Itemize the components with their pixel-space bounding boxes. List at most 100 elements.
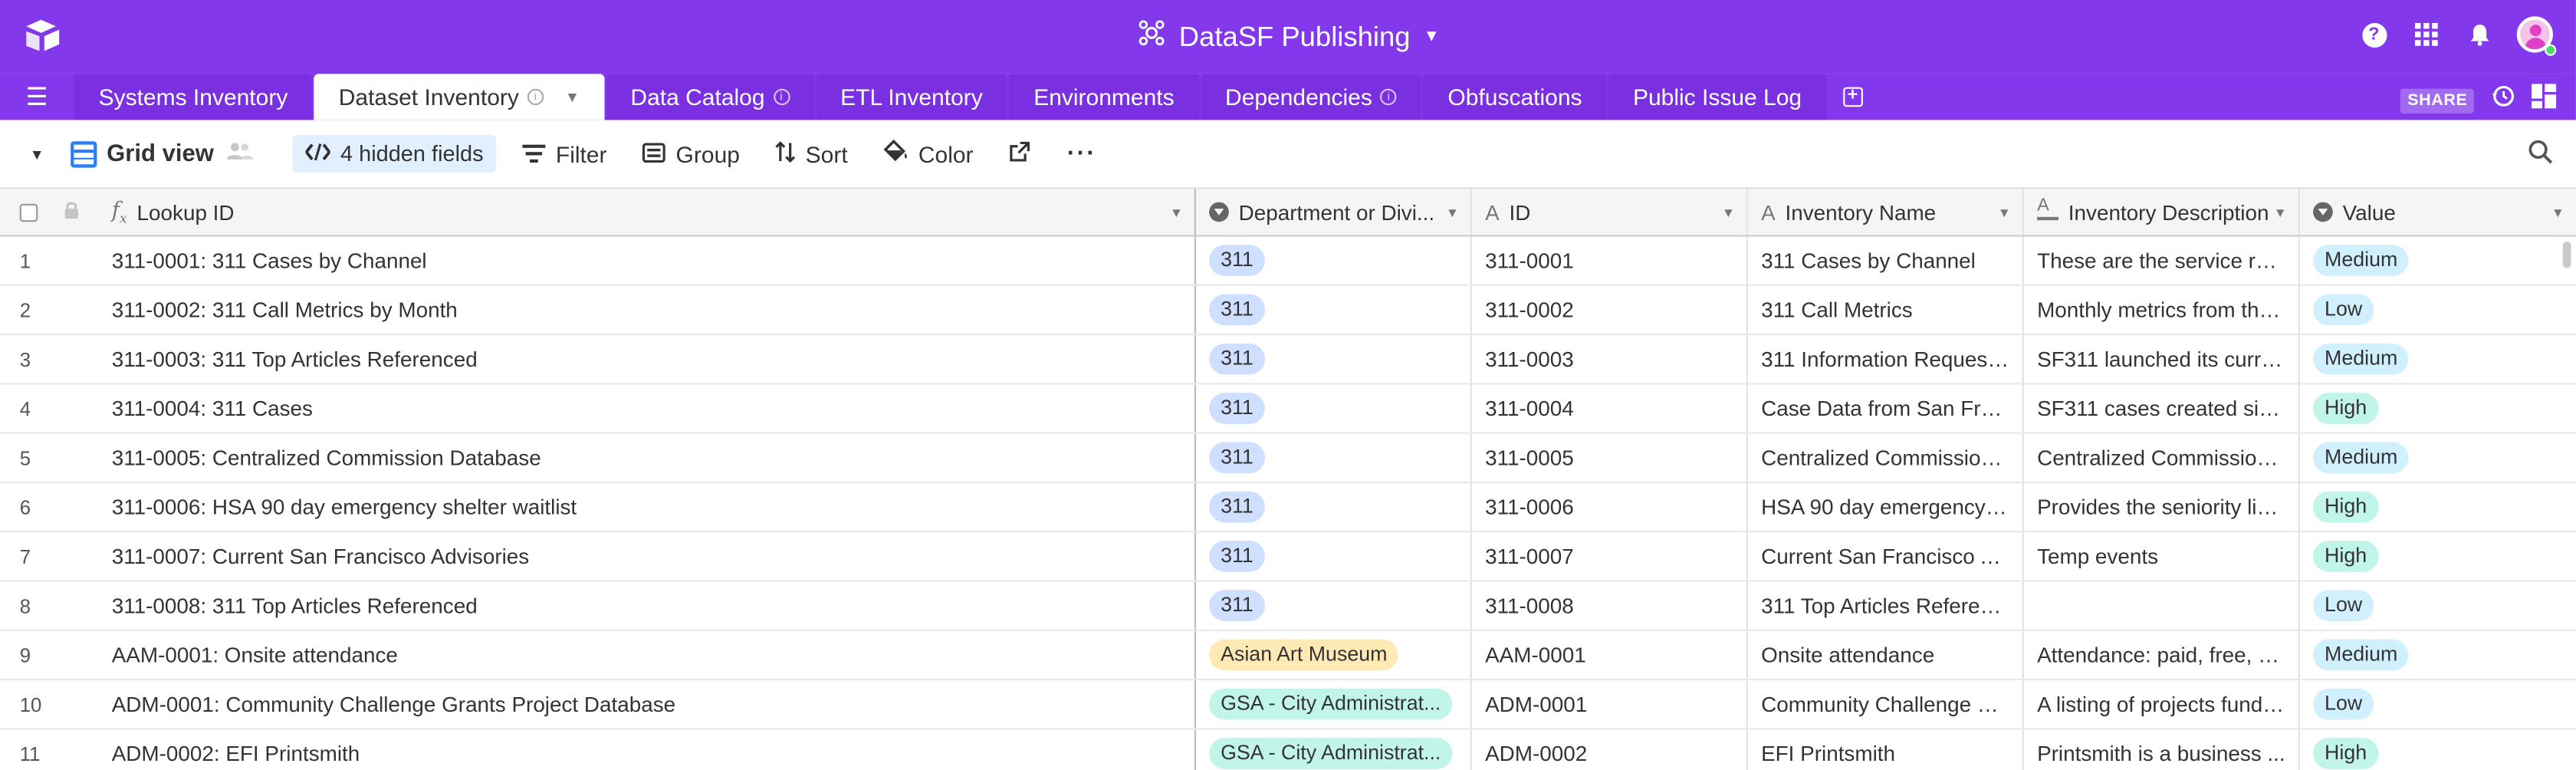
chevron-down-icon[interactable]: ▼ (2551, 205, 2564, 219)
cell-department[interactable]: 311 (1196, 433, 1472, 482)
cell-id[interactable]: 311-0007 (1472, 532, 1748, 581)
cell-id[interactable]: 311-0001 (1472, 236, 1748, 285)
chevron-down-icon[interactable]: ▼ (1446, 205, 1459, 219)
column-header-lookup-id[interactable]: fx Lookup ID ▼ (95, 189, 1196, 235)
cell-inventory-name[interactable]: 311 Call Metrics (1748, 285, 2024, 334)
bell-icon[interactable] (2464, 20, 2494, 50)
table-row[interactable]: 9 AAM-0001: Onsite attendance Asian Art Mu… (0, 630, 2576, 681)
tab-public-issue-log[interactable]: Public Issue Log (1608, 74, 1827, 120)
cell-department[interactable]: 311 (1196, 236, 1472, 285)
cell-inventory-description[interactable]: A listing of projects funde... (2024, 680, 2300, 729)
column-header-inventory-description[interactable]: Inventory Description ▼ (2024, 189, 2300, 235)
cell-value[interactable]: Medium (2300, 237, 2576, 285)
table-row[interactable]: 1 311-0001: 311 Cases by Channel 311 311-00… (0, 236, 2576, 286)
cell-lookup-id[interactable]: 311-0002: 311 Call Metrics by Month (95, 285, 1196, 334)
cell-department[interactable]: 311 (1196, 285, 1472, 334)
blocks-icon[interactable] (2532, 84, 2557, 117)
cell-lookup-id[interactable]: 311-0007: Current San Francisco Advisori… (95, 532, 1196, 581)
cell-id[interactable]: 311-0006 (1472, 482, 1748, 531)
cell-id[interactable]: AAM-0001 (1472, 630, 1748, 679)
menu-icon[interactable]: ☰ (0, 74, 74, 120)
cell-lookup-id[interactable]: 311-0001: 311 Cases by Channel (95, 236, 1196, 285)
cell-inventory-name[interactable]: Case Data from San Fran... (1748, 384, 2024, 433)
cell-id[interactable]: 311-0002 (1472, 285, 1748, 334)
tab-dependencies[interactable]: Dependencies i (1200, 74, 1422, 120)
table-row[interactable]: 10 ADM-0001: Community Challenge Grants P… (0, 680, 2576, 730)
cell-inventory-name[interactable]: 311 Top Articles Referenc... (1748, 581, 2024, 630)
help-icon[interactable]: ? (2359, 20, 2389, 50)
group-button[interactable]: Group (642, 140, 740, 166)
tab-environments[interactable]: Environments (1009, 74, 1199, 120)
cell-inventory-name[interactable]: Current San Francisco Ad... (1748, 532, 2024, 581)
cell-lookup-id[interactable]: 311-0005: Centralized Commission Databas… (95, 433, 1196, 482)
airtable-logo-icon[interactable] (23, 18, 62, 54)
hide-fields-button[interactable]: 4 hidden fields (292, 134, 497, 173)
cell-lookup-id[interactable]: AAM-0001: Onsite attendance (95, 630, 1196, 679)
column-header-inventory-name[interactable]: A Inventory Name ▼ (1748, 189, 2024, 235)
tab-systems-inventory[interactable]: Systems Inventory (74, 74, 313, 120)
history-icon[interactable] (2490, 84, 2515, 117)
cell-inventory-description[interactable] (2024, 581, 2300, 630)
cell-department[interactable]: GSA - City Administrat... (1196, 680, 1472, 729)
cell-lookup-id[interactable]: 311-0008: 311 Top Articles Referenced (95, 581, 1196, 630)
vertical-scrollbar[interactable] (2562, 241, 2571, 268)
view-switcher[interactable]: Grid view (70, 140, 214, 167)
add-table-icon[interactable]: + (1828, 74, 1877, 120)
table-row[interactable]: 4 311-0004: 311 Cases 311 311-0004 Case Data… (0, 384, 2576, 434)
chevron-down-icon[interactable]: ▼ (1722, 205, 1735, 219)
tab-data-catalog[interactable]: Data Catalog i (606, 74, 814, 120)
chevron-down-icon[interactable]: ▼ (1170, 205, 1183, 219)
base-title[interactable]: DataSF Publishing ▼ (1136, 18, 1440, 56)
column-header-id[interactable]: A ID ▼ (1472, 189, 1748, 235)
tab-etl-inventory[interactable]: ETL Inventory (815, 74, 1007, 120)
tab-dataset-inventory[interactable]: Dataset Inventory i ▼ (314, 74, 605, 120)
cell-lookup-id[interactable]: 311-0006: HSA 90 day emergency shelter w… (95, 482, 1196, 531)
chevron-down-icon[interactable]: ▼ (1998, 205, 2011, 219)
chevron-down-icon[interactable]: ▼ (2274, 205, 2287, 219)
share-button[interactable]: SHARE (2400, 87, 2475, 113)
cell-value[interactable]: Low (2300, 582, 2576, 630)
cell-lookup-id[interactable]: ADM-0001: Community Challenge Grants Pro… (95, 680, 1196, 729)
cell-inventory-name[interactable]: EFI Printsmith (1748, 729, 2024, 770)
column-header-department[interactable]: Department or Divi... ▼ (1196, 189, 1472, 235)
cell-inventory-description[interactable]: Provides the seniority list ... (2024, 482, 2300, 531)
cell-department[interactable]: 311 (1196, 532, 1472, 581)
column-header-value[interactable]: Value ▼ (2300, 189, 2576, 235)
cell-inventory-description[interactable]: These are the service req... (2024, 236, 2300, 285)
cell-inventory-description[interactable]: Printsmith is a business ... (2024, 729, 2300, 770)
cell-department[interactable]: 311 (1196, 384, 1472, 433)
table-row[interactable]: 2 311-0002: 311 Call Metrics by Month 311 3… (0, 285, 2576, 336)
cell-inventory-name[interactable]: Onsite attendance (1748, 630, 2024, 679)
views-sidebar-toggle-icon[interactable]: ▼ (30, 146, 44, 162)
cell-id[interactable]: 311-0005 (1472, 433, 1748, 482)
cell-department[interactable]: 311 (1196, 335, 1472, 383)
cell-value[interactable]: High (2300, 384, 2576, 432)
cell-department[interactable]: Asian Art Museum (1196, 630, 1472, 679)
table-row[interactable]: 11 ADM-0002: EFI Printsmith GSA - City Adm… (0, 729, 2576, 770)
cell-value[interactable]: Low (2300, 286, 2576, 334)
cell-inventory-description[interactable]: Centralized Commission ... (2024, 433, 2300, 482)
cell-value[interactable]: Medium (2300, 631, 2576, 679)
cell-inventory-name[interactable]: 311 Cases by Channel (1748, 236, 2024, 285)
cell-inventory-description[interactable]: Attendance: paid, free, vi... (2024, 630, 2300, 679)
cell-lookup-id[interactable]: 311-0004: 311 Cases (95, 384, 1196, 433)
cell-value[interactable]: High (2300, 729, 2576, 770)
cell-inventory-description[interactable]: SF311 launched its curren... (2024, 335, 2300, 383)
cell-department[interactable]: 311 (1196, 482, 1472, 531)
select-all-checkbox[interactable] (19, 202, 38, 222)
cell-inventory-description[interactable]: Monthly metrics from the ... (2024, 285, 2300, 334)
cell-value[interactable]: High (2300, 483, 2576, 531)
cell-department[interactable]: GSA - City Administrat... (1196, 729, 1472, 770)
color-button[interactable]: Color (883, 139, 974, 167)
cell-inventory-description[interactable]: Temp events (2024, 532, 2300, 581)
apps-grid-icon[interactable] (2412, 20, 2442, 50)
cell-value[interactable]: Medium (2300, 335, 2576, 383)
info-icon[interactable]: i (527, 88, 544, 106)
cell-department[interactable]: 311 (1196, 581, 1472, 630)
cell-inventory-name[interactable]: 311 Information Requests ... (1748, 335, 2024, 383)
filter-button[interactable]: Filter (523, 140, 607, 166)
cell-id[interactable]: 311-0004 (1472, 384, 1748, 433)
table-row[interactable]: 6 311-0006: HSA 90 day emergency shelter … (0, 482, 2576, 533)
cell-inventory-name[interactable]: Centralized Commission ... (1748, 433, 2024, 482)
cell-id[interactable]: 311-0003 (1472, 335, 1748, 383)
